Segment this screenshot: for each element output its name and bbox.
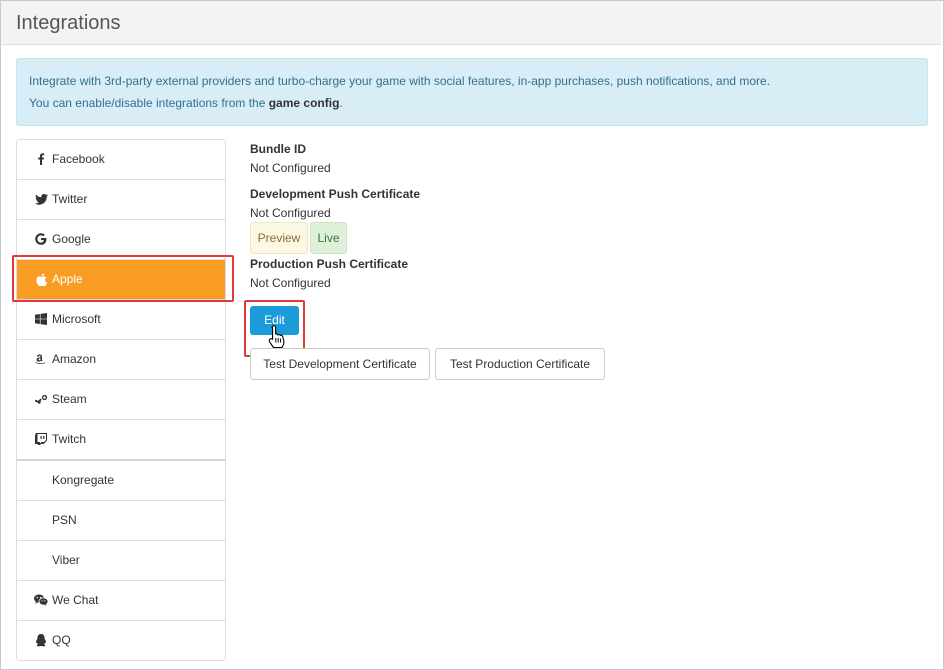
info-prefix: You can enable/disable integrations from…: [29, 96, 269, 110]
sidebar-item-label: PSN: [52, 513, 77, 527]
sidebar-item-label: Microsoft: [52, 312, 101, 326]
sidebar-item-label: We Chat: [52, 593, 99, 607]
bundle-id-value: Not Configured: [250, 161, 331, 175]
bundle-id-label: Bundle ID: [250, 142, 306, 156]
sidebar-item-google[interactable]: Google: [17, 220, 225, 260]
sidebar-item-kongregate[interactable]: Kongregate: [17, 461, 225, 501]
prod-cert-value: Not Configured: [250, 276, 331, 290]
info-text-config: You can enable/disable integrations from…: [29, 96, 343, 110]
sidebar-item-qq[interactable]: QQ: [17, 621, 225, 660]
sidebar-item-facebook[interactable]: Facebook: [17, 140, 225, 180]
sidebar-item-twitter[interactable]: Twitter: [17, 180, 225, 220]
sidebar-item-apple[interactable]: Apple: [17, 260, 225, 300]
google-icon: [34, 232, 48, 246]
live-button[interactable]: Live: [310, 222, 347, 254]
facebook-icon: [34, 152, 48, 166]
info-text: Integrate with 3rd-party external provid…: [29, 74, 771, 88]
sidebar-item-label: Google: [52, 232, 91, 246]
apple-icon: [34, 272, 48, 286]
twitter-icon: [34, 192, 48, 206]
sidebar-item-twitch[interactable]: Twitch: [17, 420, 225, 461]
sidebar-item-label: Viber: [52, 553, 80, 567]
sidebar-item-label: Facebook: [52, 152, 105, 166]
info-alert: Integrate with 3rd-party external provid…: [16, 58, 928, 126]
sidebar-item-steam[interactable]: Steam: [17, 380, 225, 420]
integrations-sidebar: Facebook Twitter Google Apple Microsoft …: [16, 139, 226, 661]
game-config-link[interactable]: game config: [269, 96, 340, 110]
sidebar-item-psn[interactable]: PSN: [17, 501, 225, 541]
sidebar-item-amazon[interactable]: Amazon: [17, 340, 225, 380]
sidebar-item-label: Amazon: [52, 352, 97, 366]
steam-icon: [34, 392, 48, 406]
twitch-icon: [34, 432, 48, 446]
sidebar-item-label: Kongregate: [52, 473, 115, 487]
dev-cert-value: Not Configured: [250, 206, 331, 220]
sidebar-item-label: QQ: [52, 633, 71, 647]
sidebar-item-label: Twitch: [52, 432, 87, 446]
page-title: Integrations: [16, 12, 121, 34]
sidebar-item-label: Steam: [52, 392, 87, 406]
sidebar-item-label: Apple: [52, 272, 83, 286]
sidebar-item-label: Twitter: [52, 192, 88, 206]
windows-icon: [34, 312, 48, 326]
sidebar-item-microsoft[interactable]: Microsoft: [17, 300, 225, 340]
page-header: Integrations: [1, 1, 941, 45]
sidebar-item-viber[interactable]: Viber: [17, 541, 225, 581]
sidebar-item-wechat[interactable]: We Chat: [17, 581, 225, 621]
test-production-certificate-button[interactable]: Test Production Certificate: [435, 348, 605, 380]
dev-cert-label: Development Push Certificate: [250, 187, 421, 201]
test-development-certificate-button[interactable]: Test Development Certificate: [250, 348, 430, 380]
wechat-icon: [34, 593, 48, 607]
qq-icon: [34, 633, 48, 647]
prod-cert-label: Production Push Certificate: [250, 257, 409, 271]
amazon-icon: [34, 352, 48, 366]
preview-button[interactable]: Preview: [250, 222, 308, 254]
info-suffix: .: [339, 96, 343, 110]
